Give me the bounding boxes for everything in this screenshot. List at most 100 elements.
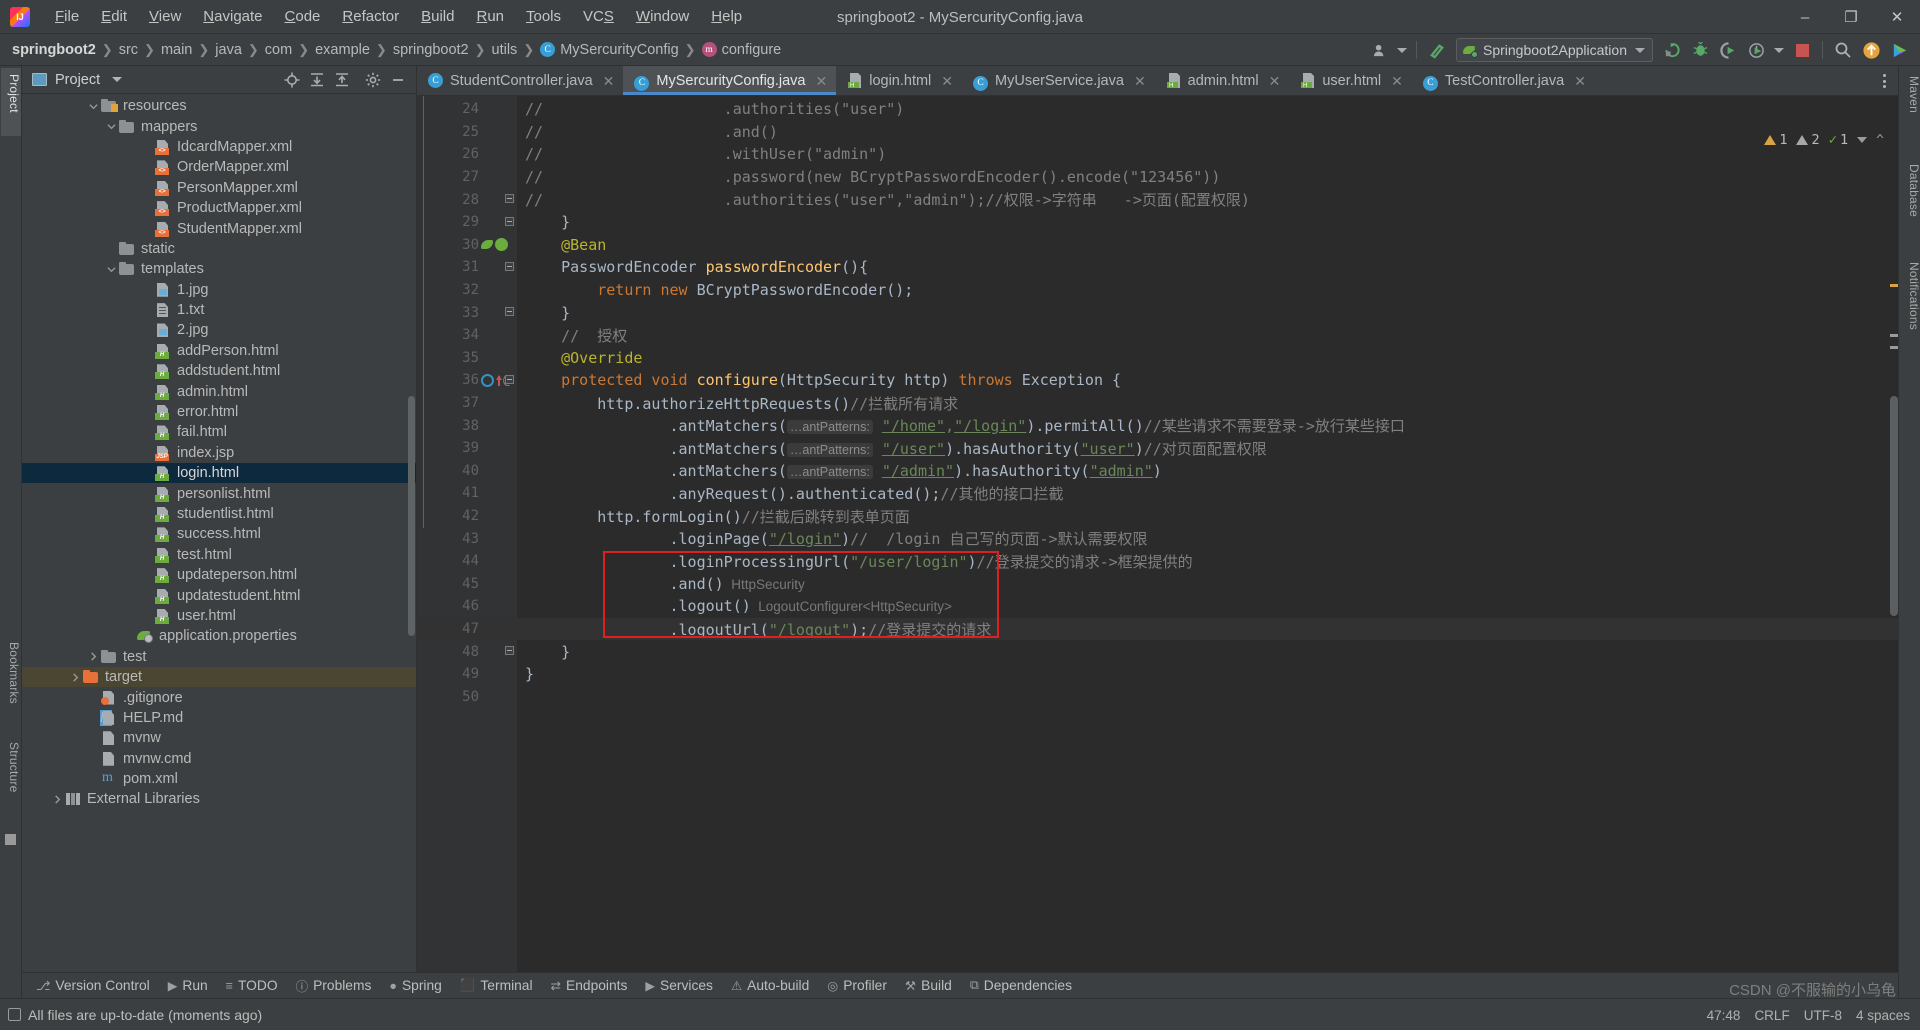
maximize-button[interactable]: ❐ [1828, 0, 1874, 34]
warning-count[interactable]: 1 [1764, 132, 1787, 148]
tree-node-studentlist-html[interactable]: Hstudentlist.html [22, 504, 416, 524]
hide-panel-icon[interactable] [386, 68, 410, 92]
tree-node-mvnw-cmd[interactable]: mvnw.cmd [22, 749, 416, 769]
editor-tab-mysercurityconfig-java[interactable]: C MySercurityConfig.java ✕ [623, 66, 837, 95]
gutter-marks[interactable] [481, 573, 521, 595]
select-opened-file-icon[interactable] [280, 68, 304, 92]
search-everywhere-icon[interactable] [1830, 37, 1856, 63]
tree-node-error-html[interactable]: Herror.html [22, 402, 416, 422]
sidebar-item-project[interactable]: Project [1, 68, 21, 136]
indent-setting[interactable]: 4 spaces [1856, 1008, 1910, 1023]
gutter-marks[interactable] [481, 392, 521, 414]
tree-node-application-properties[interactable]: application.properties [22, 626, 416, 646]
gutter-marks[interactable] [481, 482, 521, 504]
menu-item-navigate[interactable]: Navigate [192, 5, 273, 28]
override-arrow-icon[interactable] [495, 374, 502, 387]
gutter-marks[interactable] [481, 641, 521, 663]
breadcrumb-item-springboot2[interactable]: springboot2 [12, 42, 96, 58]
chevron-right-icon[interactable] [86, 652, 100, 661]
sidebar-item-bookmarks[interactable]: Bookmarks [1, 636, 21, 722]
breadcrumb-item-utils[interactable]: utils [492, 42, 518, 58]
tree-node-user-html[interactable]: Huser.html [22, 606, 416, 626]
gutter-marks[interactable] [481, 663, 521, 685]
tool-window-button-spring[interactable]: ● Spring [381, 976, 449, 995]
gutter-marks[interactable] [481, 505, 521, 527]
stop-icon[interactable] [1789, 37, 1815, 63]
gutter-marks[interactable] [481, 211, 521, 233]
menu-item-build[interactable]: Build [410, 5, 465, 28]
tree-node-personlist-html[interactable]: Hpersonlist.html [22, 483, 416, 503]
sidebar-item-structure[interactable]: Structure [1, 736, 21, 818]
sidebar-item-maven[interactable]: Maven [1901, 70, 1920, 130]
minimize-button[interactable]: – [1782, 0, 1828, 34]
ide-play-icon[interactable] [1886, 37, 1912, 63]
tree-node-1-txt[interactable]: 1.txt [22, 300, 416, 320]
project-tree-scrollbar[interactable] [408, 396, 415, 636]
tool-window-button-services[interactable]: ▶ Services [637, 976, 721, 995]
tool-window-button-endpoints[interactable]: ⇄ Endpoints [543, 976, 636, 995]
rerun-icon[interactable] [1659, 37, 1685, 63]
gutter-marks[interactable] [481, 121, 521, 143]
tree-node-productmapper-xml[interactable]: <> ProductMapper.xml [22, 198, 416, 218]
file-encoding[interactable]: UTF-8 [1804, 1008, 1842, 1023]
gutter-marks[interactable] [481, 324, 521, 346]
gutter-marks[interactable] [481, 460, 521, 482]
gutter-marks[interactable] [481, 302, 521, 324]
tool-window-button-auto-build[interactable]: ⚠ Auto-build [723, 976, 817, 995]
editor-tab-studentcontroller-java[interactable]: C StudentController.java ✕ [417, 66, 623, 95]
chevron-down-icon[interactable] [104, 122, 118, 131]
tree-node-test-html[interactable]: Htest.html [22, 545, 416, 565]
update-project-icon[interactable] [1858, 37, 1884, 63]
tree-node-idcardmapper-xml[interactable]: <> IdcardMapper.xml [22, 137, 416, 157]
tree-node-admin-html[interactable]: Hadmin.html [22, 381, 416, 401]
typo-count[interactable]: ✓ 1 [1829, 132, 1849, 148]
tool-window-button-terminal[interactable]: ⬛ Terminal [452, 976, 541, 995]
breadcrumb-item-mysercurityconfig[interactable]: C MySercurityConfig [540, 42, 679, 58]
overriding-method-gutter-icon[interactable] [481, 373, 494, 387]
breadcrumb-item-java[interactable]: java [215, 42, 242, 58]
menu-item-refactor[interactable]: Refactor [331, 5, 410, 28]
breadcrumb-item-example[interactable]: example [315, 42, 370, 58]
menu-item-view[interactable]: View [138, 5, 192, 28]
gutter-marks[interactable] [481, 189, 521, 211]
code-fold-marker[interactable] [505, 217, 514, 226]
code-fold-marker[interactable] [505, 194, 514, 204]
breadcrumb-item-main[interactable]: main [161, 42, 192, 58]
code-editor[interactable]: 24 // .authorities("user") 25 // .and() 26 //… [417, 96, 1898, 998]
gutter-marks[interactable] [481, 166, 521, 188]
spring-bean-gutter-icon[interactable] [481, 238, 494, 251]
chevron-down-icon[interactable] [1857, 137, 1868, 143]
tree-node-resources[interactable]: resources [22, 96, 416, 116]
tree-node--gitignore[interactable]: .gitignore [22, 687, 416, 707]
chevron-right-icon[interactable] [50, 795, 64, 804]
tool-window-button-todo[interactable]: ≡ TODO [218, 976, 286, 995]
menu-item-run[interactable]: Run [465, 5, 515, 28]
close-icon[interactable]: ✕ [1574, 74, 1586, 88]
close-icon[interactable]: ✕ [1391, 74, 1403, 88]
editor-marker-weak-2[interactable] [1890, 346, 1898, 349]
gutter-marks[interactable] [481, 550, 521, 572]
tree-node-help-md[interactable]: M HELP.md [22, 708, 416, 728]
tool-window-button-build[interactable]: ⚒ Build [897, 976, 960, 995]
user-account-icon[interactable] [1367, 37, 1393, 63]
more-tabs-icon[interactable] [1874, 69, 1894, 93]
bean-navigate-gutter-icon[interactable] [495, 238, 508, 252]
tool-window-button-profiler[interactable]: ◎ Profiler [819, 976, 895, 995]
tool-window-button-version-control[interactable]: ⎇ Version Control [28, 976, 158, 995]
gutter-marks[interactable] [481, 528, 521, 550]
tree-node-login-html[interactable]: Hlogin.html [22, 463, 416, 484]
sidebar-item-database[interactable]: Database [1901, 158, 1920, 236]
editor-marker-weak[interactable] [1890, 334, 1898, 337]
chevron-down-icon[interactable] [86, 102, 100, 111]
close-icon[interactable]: ✕ [815, 74, 827, 88]
profiler-dropdown-caret-icon[interactable] [1771, 37, 1787, 63]
code-fold-marker[interactable] [505, 262, 514, 272]
run-with-coverage-icon[interactable] [1715, 37, 1741, 63]
collapse-all-icon[interactable] [330, 68, 354, 92]
menu-item-edit[interactable]: Edit [90, 5, 138, 28]
menu-item-window[interactable]: Window [625, 5, 700, 28]
tree-node-fail-html[interactable]: Hfail.html [22, 422, 416, 442]
gutter-marks[interactable] [481, 256, 521, 278]
tree-node-personmapper-xml[interactable]: <> PersonMapper.xml [22, 178, 416, 198]
menu-item-code[interactable]: Code [274, 5, 332, 28]
